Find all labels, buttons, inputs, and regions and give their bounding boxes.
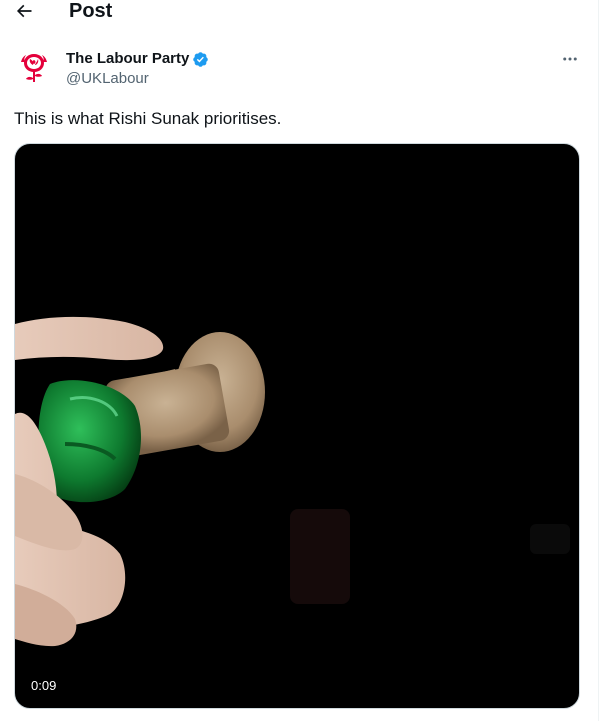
page-header: Post [0, 0, 597, 24]
video-player[interactable]: 0:09 [14, 143, 580, 709]
post-text: This is what Rishi Sunak prioritises. [14, 109, 282, 128]
more-horizontal-icon [563, 57, 577, 61]
post-page: Post The Labour Party @UKLabour This is … [0, 0, 599, 721]
page-title: Post [69, 0, 113, 22]
labour-rose-logo [14, 48, 54, 88]
author-name[interactable]: The Labour Party [66, 49, 189, 69]
back-button[interactable] [12, 0, 36, 22]
avatar[interactable] [14, 48, 54, 88]
verified-badge-icon [193, 52, 208, 67]
author-handle[interactable]: @UKLabour [66, 69, 149, 89]
arrow-left-icon [16, 4, 32, 18]
more-options-button[interactable] [558, 48, 582, 70]
video-duration: 0:09 [23, 676, 65, 696]
video-frame [15, 316, 570, 647]
